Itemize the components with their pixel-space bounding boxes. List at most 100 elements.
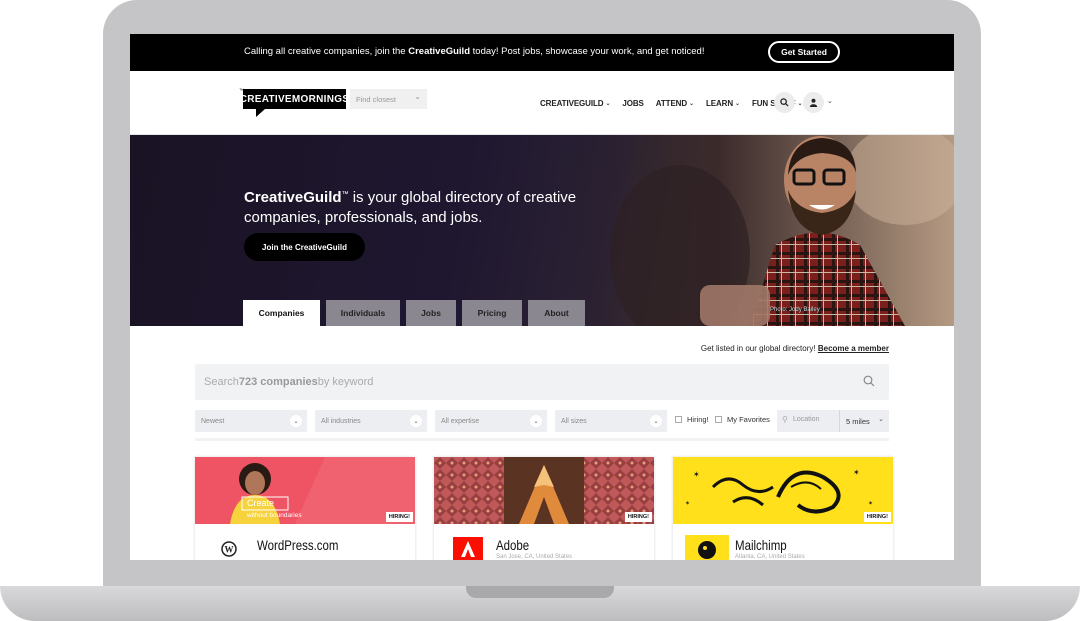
- chevron-down-icon: ⌄: [410, 415, 422, 427]
- banner-tagline: without boundaries: [247, 512, 302, 519]
- tab-companies[interactable]: Companies: [243, 300, 320, 326]
- mailchimp-banner-art: ✶ ✶ ✶ ✶: [685, 468, 873, 514]
- hiring-badge: HIRING!: [863, 512, 891, 522]
- search-icon[interactable]: [863, 375, 875, 387]
- card-banner: Create without boundaries HIRING!: [195, 457, 415, 524]
- hiring-badge: HIRING!: [624, 512, 652, 522]
- nav-label: LEARN: [705, 99, 734, 108]
- tab-individuals[interactable]: Individuals: [326, 300, 400, 326]
- sort-select[interactable]: Newest ⌄: [195, 410, 307, 432]
- sizes-select[interactable]: All sizes ⌄: [555, 410, 667, 432]
- favorites-checkbox[interactable]: My Favorites: [715, 415, 770, 424]
- find-closest-label: Find closest: [356, 94, 397, 104]
- chevron-down-icon: ⌄: [414, 92, 421, 101]
- nav-attend[interactable]: ATTEND ⌄: [656, 99, 694, 108]
- search-button[interactable]: [774, 92, 795, 113]
- directory-tabs: Companies Individuals Jobs Pricing About: [243, 300, 585, 326]
- hero-photo: [560, 135, 954, 326]
- hiring-badge: HIRING!: [385, 512, 413, 522]
- get-started-button[interactable]: Get Started: [768, 41, 840, 63]
- divider: [195, 438, 889, 441]
- announcement-bar: Calling all creative companies, join the…: [130, 34, 954, 71]
- get-listed-text: Get listed in our global directory! Beco…: [701, 344, 889, 353]
- chevron-down-icon: ⌄: [827, 98, 833, 105]
- photo-credit: Photo: Jody Bailey: [770, 307, 820, 313]
- svg-text:W: W: [225, 545, 234, 555]
- company-location: Atlanta, CA, United States: [735, 554, 805, 560]
- hero-title-bold: CreativeGuild: [244, 189, 342, 206]
- company-location: San Jose, CA, United States: [496, 554, 573, 560]
- become-member-link[interactable]: Become a member: [818, 344, 889, 353]
- company-card-adobe[interactable]: HIRING! Adobe San Jose, CA, United State…: [434, 457, 654, 560]
- adobe-logo-icon: [446, 535, 490, 560]
- svg-text:✶: ✶: [693, 470, 700, 479]
- laptop-mockup: Calling all creative companies, join the…: [0, 0, 1080, 621]
- location-filter[interactable]: ⚲ Location 5 miles ⌄: [777, 410, 889, 432]
- search-icon: [780, 98, 789, 107]
- browser-screen: Calling all creative companies, join the…: [130, 34, 954, 560]
- adobe-banner-art: [434, 457, 654, 524]
- site-header: ™ CREATIVEMORNINGS Find closest ⌄ CREATI…: [130, 71, 954, 135]
- find-closest-select[interactable]: Find closest ⌄: [350, 89, 427, 109]
- main-nav: CREATIVEGUILD⌄ JOBS ATTEND⌄ LEARN⌄ FUN S…: [540, 99, 803, 108]
- nav-label: ATTEND: [655, 99, 688, 108]
- radius-value: 5 miles: [846, 416, 870, 426]
- search-count: 723 companies: [238, 376, 318, 388]
- industries-select[interactable]: All industries ⌄: [315, 410, 427, 432]
- checkbox-box[interactable]: [675, 416, 682, 423]
- get-listed-label: Get listed in our global directory!: [700, 344, 818, 353]
- expertise-value: All expertise: [441, 417, 480, 425]
- checkbox-box[interactable]: [715, 416, 722, 423]
- company-name[interactable]: Adobe: [496, 537, 529, 553]
- hiring-label: Hiring!: [687, 415, 709, 424]
- nav-label: JOBS: [622, 99, 644, 108]
- banner-create-text: Create: [247, 498, 275, 508]
- company-card-mailchimp[interactable]: ✶ ✶ ✶ ✶ HIRING! Mailchimp Atlanta, CA, U…: [673, 457, 893, 560]
- join-creativeguild-button[interactable]: Join the CreativeGuild: [244, 233, 365, 261]
- location-pin-icon: ⚲: [782, 415, 788, 424]
- nav-creativeguild[interactable]: CREATIVEGUILD ⌄: [540, 99, 610, 108]
- chevron-down-icon: ⌄: [290, 415, 302, 427]
- tab-about[interactable]: About: [528, 300, 585, 326]
- svg-text:✶: ✶: [868, 500, 873, 507]
- location-input[interactable]: Location: [793, 416, 819, 423]
- chevron-down-icon: ⌄: [797, 101, 803, 107]
- tab-jobs[interactable]: Jobs: [406, 300, 456, 326]
- announcement-text: Calling all creative companies, join the…: [244, 46, 704, 57]
- user-menu-button[interactable]: [803, 92, 824, 113]
- company-search-input[interactable]: Search 723 companies by keyword: [195, 364, 889, 400]
- laptop-notch: [466, 586, 614, 598]
- hero-title: CreativeGuild™ is your global directory …: [244, 185, 624, 228]
- card-banner: HIRING!: [434, 457, 654, 524]
- svg-text:✶: ✶: [853, 468, 860, 477]
- nav-learn[interactable]: LEARN ⌄: [706, 99, 740, 108]
- chevron-down-icon: ⌄: [605, 101, 611, 107]
- nav-label: CREATIVEGUILD: [540, 99, 604, 108]
- nav-jobs[interactable]: JOBS: [622, 99, 643, 108]
- filter-bar: Newest ⌄ All industries ⌄ All expertise ⌄ A…: [195, 410, 889, 432]
- hero-banner: CreativeGuild™ is your global directory …: [130, 135, 954, 326]
- company-card-wordpress[interactable]: Create without boundaries HIRING! W Word…: [195, 457, 415, 560]
- favorites-label: My Favorites: [727, 415, 770, 424]
- hiring-checkbox[interactable]: Hiring!: [675, 415, 709, 424]
- announcement-text-bold: CreativeGuild: [408, 46, 471, 57]
- expertise-select[interactable]: All expertise ⌄: [435, 410, 547, 432]
- mailchimp-logo-icon: [685, 535, 729, 560]
- wordpress-banner-art: [230, 457, 415, 524]
- industries-value: All industries: [321, 417, 361, 425]
- company-name[interactable]: Mailchimp: [735, 537, 787, 553]
- chevron-down-icon: ⌄: [650, 415, 662, 427]
- radius-select[interactable]: 5 miles ⌄: [839, 410, 889, 432]
- sort-value: Newest: [201, 417, 225, 425]
- search-suffix: by keyword: [317, 376, 374, 388]
- chevron-down-icon: ⌄: [878, 416, 884, 423]
- company-name[interactable]: WordPress.com: [257, 537, 338, 553]
- hero-title-tm: ™: [341, 191, 349, 198]
- user-icon: [809, 98, 818, 107]
- chevron-down-icon: ⌄: [735, 101, 740, 107]
- creativemornings-logo[interactable]: CREATIVEMORNINGS: [240, 89, 349, 109]
- search-prefix: Search: [204, 376, 239, 388]
- card-banner: ✶ ✶ ✶ ✶ HIRING!: [673, 457, 893, 524]
- tab-pricing[interactable]: Pricing: [462, 300, 522, 326]
- logo-speech-tail: [256, 109, 269, 117]
